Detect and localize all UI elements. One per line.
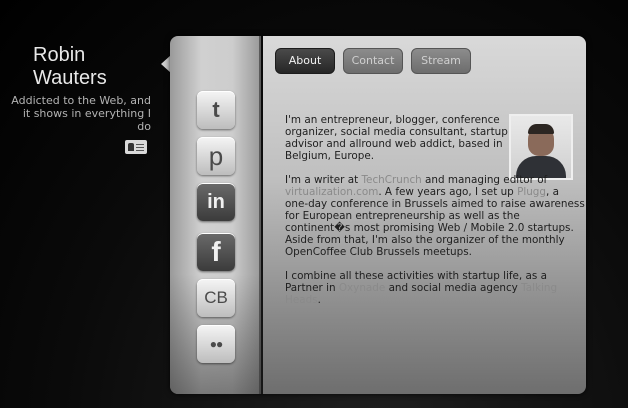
techcrunch-link[interactable]: TechCrunch <box>361 174 421 186</box>
vcard-icon[interactable] <box>125 140 147 154</box>
profile-tagline: Addicted to the Web, and it shows in eve… <box>11 94 151 133</box>
tab-about[interactable]: About <box>275 48 335 74</box>
tab-contact[interactable]: Contact <box>343 48 403 74</box>
facebook-icon[interactable]: f <box>197 233 235 271</box>
profile-name-line2: Wauters <box>33 67 107 89</box>
virtualization-link[interactable]: virtualization.com <box>285 186 378 198</box>
profile-name-line1: Robin <box>33 44 86 66</box>
posterous-icon[interactable]: p <box>197 137 235 175</box>
profile-name: Robin Wauters <box>33 44 153 90</box>
twitter-icon[interactable]: t <box>197 91 235 129</box>
about-paragraph-1: I'm an entrepreneur, blogger, conference… <box>285 114 508 162</box>
oxynade-link[interactable]: Oxynade <box>339 282 385 294</box>
tab-stream[interactable]: Stream <box>411 48 471 74</box>
about-text: I'm an entrepreneur, blogger, conference… <box>285 114 585 318</box>
plugg-link[interactable]: Plugg <box>517 186 546 198</box>
profile-panel: t p in f CB ●● About Contact Stream I'm … <box>170 36 586 394</box>
about-paragraph-3: I combine all these activities with star… <box>285 270 558 306</box>
crunchbase-icon[interactable]: CB <box>197 279 235 317</box>
linkedin-icon[interactable]: in <box>197 183 235 221</box>
flickr-icon[interactable]: ●● <box>197 325 235 363</box>
about-paragraph-2: I'm a writer at TechCrunch and managing … <box>285 174 585 258</box>
social-icon-bar: t p in f CB ●● <box>170 36 261 394</box>
about-content: About Contact Stream I'm an entrepreneur… <box>263 36 586 394</box>
